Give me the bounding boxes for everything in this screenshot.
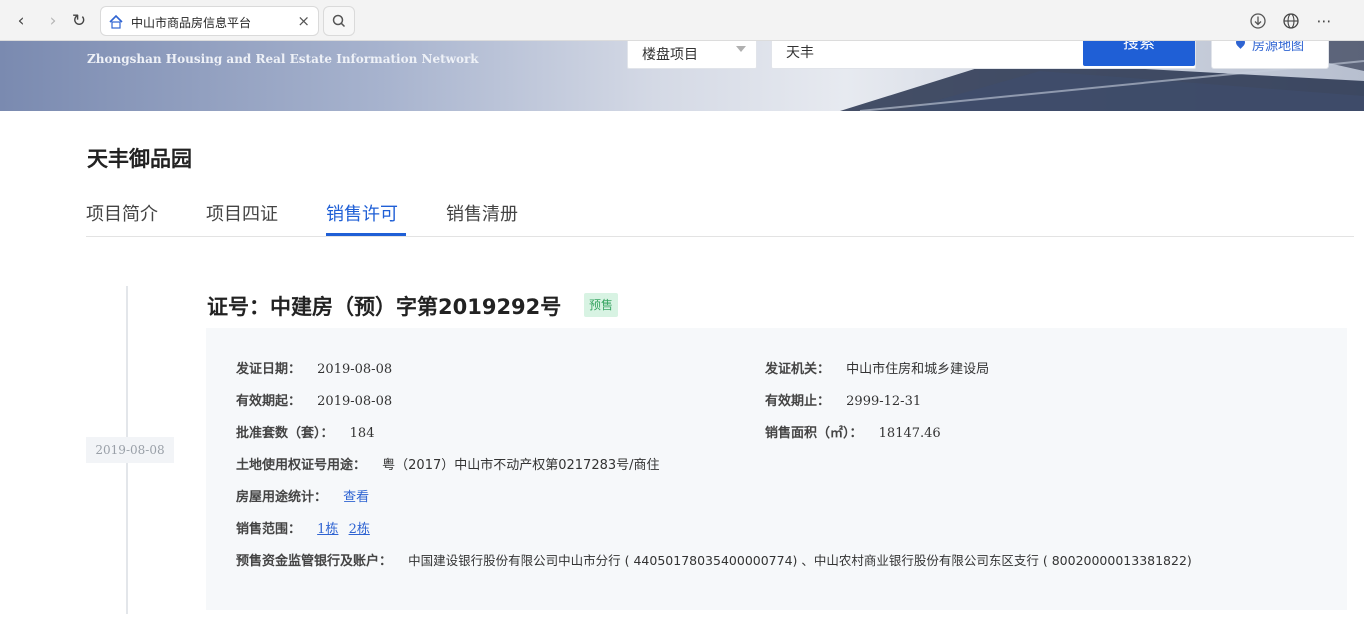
sale-scope-label: 销售范围： bbox=[236, 522, 302, 537]
active-tab-indicator bbox=[326, 233, 406, 236]
sale-scope-row: 销售范围： 1栋 2栋 bbox=[236, 518, 370, 537]
browser-toolbar: ‹ › ↻ 中山市商品房信息平台 × ⋯ bbox=[0, 0, 1364, 41]
site-banner: Zhongshan Housing and Real Estate Inform… bbox=[0, 41, 1364, 111]
status-badge: 预售 bbox=[584, 293, 618, 317]
tab-close-icon[interactable]: × bbox=[297, 12, 310, 30]
bank-label: 预售资金监管银行及账户： bbox=[236, 554, 393, 569]
units-label: 批准套数（套）： bbox=[236, 426, 334, 441]
search-button[interactable]: 搜索 bbox=[1083, 41, 1195, 66]
download-icon[interactable] bbox=[1247, 10, 1269, 32]
search-type-select[interactable]: 楼盘项目 bbox=[627, 41, 757, 69]
search-icon bbox=[332, 14, 346, 28]
issue-date-value: 2019-08-08 bbox=[317, 362, 393, 377]
valid-from-label: 有效期起： bbox=[236, 394, 302, 409]
map-pin-icon bbox=[1234, 41, 1247, 49]
land-cert-value: 粤（2017）中山市不动产权第0217283号/商住 bbox=[382, 458, 660, 473]
view-usage-stats-link[interactable]: 查看 bbox=[343, 490, 369, 505]
issue-date-row: 发证日期： 2019-08-08 bbox=[236, 358, 392, 377]
authority-row: 发证机关： 中山市住房和城乡建设局 bbox=[765, 358, 989, 377]
bank-value: 中国建设银行股份有限公司中山市分行 ( 44050178035400000774… bbox=[408, 553, 1192, 568]
authority-value: 中山市住房和城乡建设局 bbox=[846, 362, 990, 377]
housing-map-label: 房源地图 bbox=[1252, 41, 1305, 54]
tab-search-button[interactable] bbox=[323, 6, 355, 36]
usage-stats-row: 房屋用途统计： 查看 bbox=[236, 486, 369, 505]
area-label: 销售面积（㎡）： bbox=[765, 426, 863, 441]
globe-icon[interactable] bbox=[1280, 10, 1302, 32]
area-row: 销售面积（㎡）： 18147.46 bbox=[765, 422, 941, 441]
timeline-date: 2019-08-08 bbox=[86, 437, 174, 463]
land-cert-label: 土地使用权证号用途： bbox=[236, 458, 367, 473]
tab-title: 中山市商品房信息平台 bbox=[131, 16, 252, 30]
search-type-value: 楼盘项目 bbox=[642, 47, 698, 63]
tab-project-certificates[interactable]: 项目四证 bbox=[206, 200, 278, 226]
reload-icon[interactable]: ↻ bbox=[66, 8, 92, 34]
search-input[interactable] bbox=[786, 44, 1076, 60]
forward-icon[interactable]: › bbox=[40, 8, 66, 34]
bank-row: 预售资金监管银行及账户： 中国建设银行股份有限公司中山市分行 ( 4405017… bbox=[236, 550, 1192, 569]
issue-date-label: 发证日期： bbox=[236, 362, 302, 377]
site-subtitle: Zhongshan Housing and Real Estate Inform… bbox=[87, 52, 479, 66]
more-options-icon[interactable]: ⋯ bbox=[1313, 10, 1335, 32]
valid-to-label: 有效期止： bbox=[765, 394, 831, 409]
project-title: 天丰御品园 bbox=[87, 147, 192, 171]
certificate-number: 证号：中建房（预）字第2019292号 bbox=[207, 295, 562, 319]
valid-to-row: 有效期止： 2999-12-31 bbox=[765, 390, 921, 409]
chevron-down-icon bbox=[736, 46, 746, 52]
valid-to-value: 2999-12-31 bbox=[846, 394, 922, 409]
browser-tab[interactable]: 中山市商品房信息平台 × bbox=[100, 6, 319, 36]
tab-sales-permit[interactable]: 销售许可 bbox=[326, 200, 398, 226]
land-cert-row: 土地使用权证号用途： 粤（2017）中山市不动产权第0217283号/商住 bbox=[236, 454, 660, 473]
tab-project-intro[interactable]: 项目简介 bbox=[86, 200, 158, 226]
back-icon[interactable]: ‹ bbox=[8, 8, 34, 34]
units-row: 批准套数（套）： 184 bbox=[236, 422, 374, 441]
housing-map-button[interactable]: 房源地图 bbox=[1211, 41, 1329, 69]
authority-label: 发证机关： bbox=[765, 362, 831, 377]
house-favicon-icon bbox=[109, 14, 123, 29]
project-tabs: 项目简介 项目四证 销售许可 销售清册 bbox=[86, 196, 1354, 237]
valid-from-row: 有效期起： 2019-08-08 bbox=[236, 390, 392, 409]
building-2-link[interactable]: 2栋 bbox=[349, 522, 370, 537]
tab-sales-list[interactable]: 销售清册 bbox=[446, 200, 518, 226]
certificate-details: 发证日期： 2019-08-08 发证机关： 中山市住房和城乡建设局 有效期起：… bbox=[206, 328, 1347, 610]
area-value: 18147.46 bbox=[878, 426, 941, 441]
valid-from-value: 2019-08-08 bbox=[317, 394, 393, 409]
usage-stats-label: 房屋用途统计： bbox=[236, 490, 328, 505]
building-1-link[interactable]: 1栋 bbox=[317, 522, 338, 537]
units-value: 184 bbox=[349, 426, 375, 441]
